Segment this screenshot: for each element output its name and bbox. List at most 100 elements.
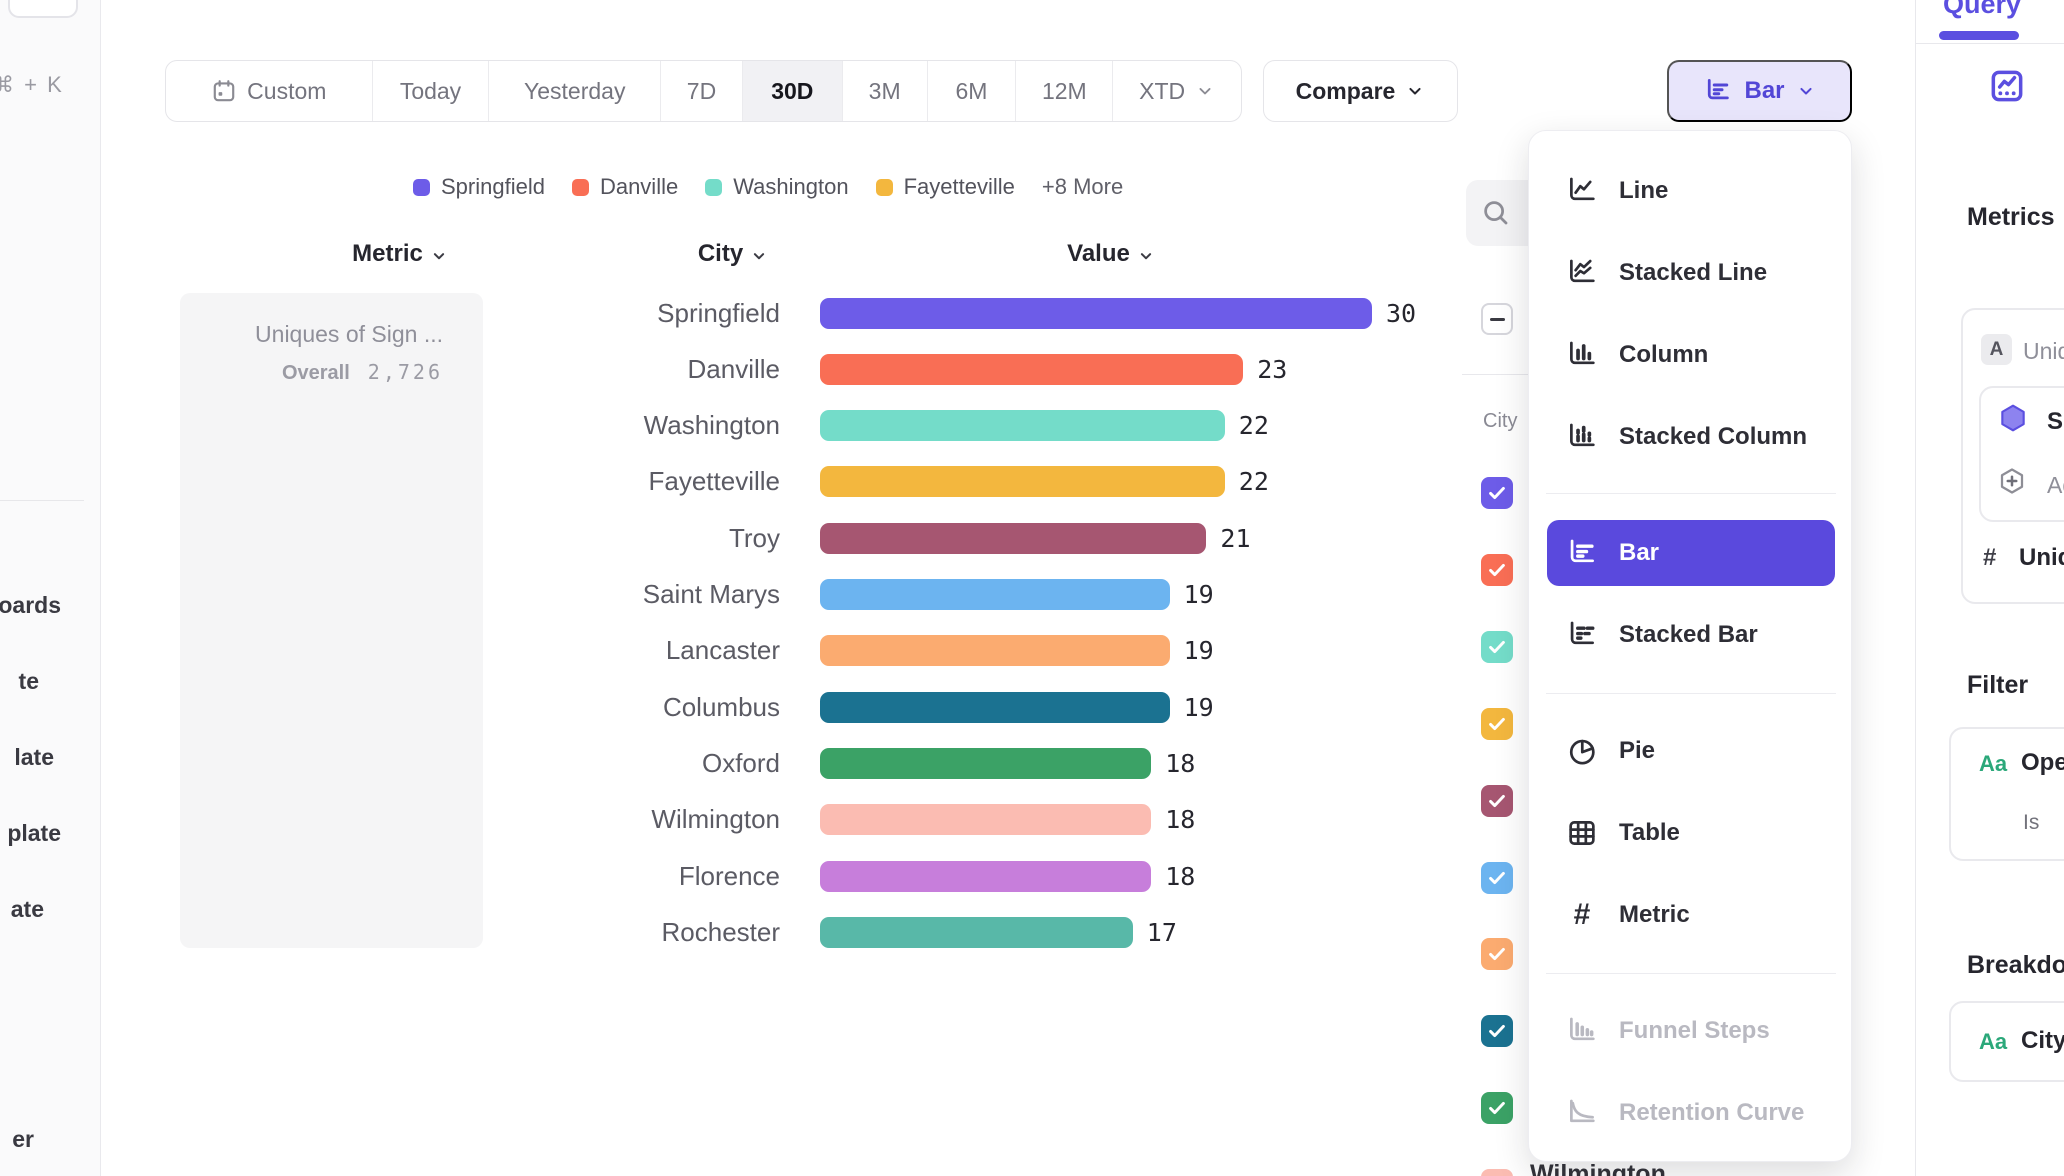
date-range-3m[interactable]: 3M [843, 61, 928, 121]
bar-segment[interactable] [820, 692, 1170, 723]
metric-query-card[interactable]: A Uniq Sig Add # Uniqu [1961, 308, 2064, 604]
legend-more[interactable]: +8 More [1042, 174, 1123, 200]
menu-item-table[interactable]: Table [1529, 792, 1851, 874]
chevron-down-icon [750, 247, 768, 265]
column-header-city[interactable]: City [633, 240, 833, 268]
bar-segment[interactable] [820, 298, 1372, 329]
bar-segment[interactable] [820, 861, 1151, 892]
bar-segment[interactable] [820, 748, 1151, 779]
sidebar-item-fragment[interactable]: ate [11, 896, 44, 923]
metric-cell[interactable]: Uniques of Sign ... Overall2,726 [180, 293, 483, 948]
menu-item-line[interactable]: Line [1529, 150, 1851, 232]
menu-item-column[interactable]: Column [1529, 314, 1851, 396]
filter-card[interactable]: Aa Ope Is i [1949, 727, 2064, 861]
bar-value-label: 17 [1147, 918, 1177, 947]
hash-icon: # [1563, 896, 1601, 934]
bar-row: Saint Marys19 [100, 579, 1214, 611]
date-range-today[interactable]: Today [373, 61, 490, 121]
stackedbar-icon [1563, 616, 1601, 654]
menu-item-metric[interactable]: #Metric [1529, 874, 1851, 956]
city-checkbox[interactable] [1481, 1092, 1513, 1124]
event-name-fragment: Uniq [2023, 338, 2064, 365]
metric-inner-card[interactable]: Sig Add [1979, 386, 2064, 522]
date-range-30d[interactable]: 30D [743, 61, 843, 121]
menu-item-funnel-steps: Funnel Steps [1529, 990, 1851, 1072]
sidebar-search-input[interactable] [8, 0, 78, 18]
date-range-12m[interactable]: 12M [1016, 61, 1113, 121]
select-all-checkbox[interactable] [1481, 303, 1513, 335]
add-hexagon-icon[interactable] [1997, 466, 2027, 501]
city-checkbox[interactable] [1481, 477, 1513, 509]
bar-row: Lancaster19 [100, 635, 1214, 667]
chart-legend: Springfield Danville Washington Fayettevill… [413, 172, 1123, 202]
tab-query[interactable]: Query [1943, 0, 2021, 20]
city-checkbox[interactable] [1481, 631, 1513, 663]
keyboard-shortcut-hint: ⌘ + K [0, 72, 64, 98]
bar-segment[interactable] [820, 354, 1243, 385]
legend-item[interactable]: Danville [572, 174, 678, 200]
column-header-metric[interactable]: Metric [300, 240, 500, 268]
check-icon [1486, 1020, 1508, 1042]
bar-segment[interactable] [820, 523, 1206, 554]
sidebar-item-fragment[interactable]: er [12, 1126, 34, 1153]
chart-type-button[interactable]: Bar [1667, 60, 1852, 122]
legend-item[interactable]: Springfield [413, 174, 545, 200]
sidebar-item-fragment[interactable]: plate [7, 820, 61, 847]
bar-segment[interactable] [820, 917, 1133, 948]
partial-city-row-label[interactable]: Wilmington [1530, 1160, 1666, 1176]
date-range-6m[interactable]: 6M [928, 61, 1017, 121]
calendar-icon [211, 78, 237, 104]
bar-segment[interactable] [820, 804, 1151, 835]
date-range-custom[interactable]: Custom [166, 61, 373, 121]
filter-operator-fragment: Is [2023, 811, 2039, 835]
pie-icon [1563, 732, 1601, 770]
column-icon [1563, 336, 1601, 374]
bar-value-label: 22 [1239, 467, 1269, 496]
retention-icon [1563, 1094, 1601, 1132]
city-checkbox[interactable] [1481, 1015, 1513, 1047]
legend-item[interactable]: Fayetteville [876, 174, 1015, 200]
sidebar-item-fragment[interactable]: late [14, 744, 54, 771]
filter-property-fragment: Ope [2021, 749, 2064, 777]
check-icon [1486, 559, 1508, 581]
city-checkbox[interactable] [1481, 1169, 1513, 1176]
menu-item-stacked-column[interactable]: Stacked Column [1529, 396, 1851, 478]
menu-item-stacked-bar[interactable]: Stacked Bar [1529, 594, 1851, 676]
sidebar-item-fragment[interactable]: te [19, 668, 39, 695]
bar-category-label: Springfield [100, 298, 780, 329]
bar-row: Springfield30 [100, 297, 1416, 329]
breakdown-card[interactable]: Aa City [1949, 1001, 2064, 1082]
bar-segment[interactable] [820, 635, 1170, 666]
date-range-xtd[interactable]: XTD [1113, 61, 1241, 121]
city-checkbox[interactable] [1481, 708, 1513, 740]
property-type-badge: Aa [1979, 751, 2007, 777]
column-header-value[interactable]: Value [1011, 240, 1211, 268]
bar-row: Troy21 [100, 522, 1251, 554]
date-range-label: Today [400, 78, 461, 105]
insights-chart-icon[interactable] [1987, 66, 2027, 111]
compare-button[interactable]: Compare [1263, 60, 1458, 122]
city-checkbox[interactable] [1481, 862, 1513, 894]
menu-item-stacked-line[interactable]: Stacked Line [1529, 232, 1851, 314]
city-checkbox[interactable] [1481, 785, 1513, 817]
bar-segment[interactable] [820, 579, 1170, 610]
legend-item[interactable]: Washington [705, 174, 848, 200]
compare-label: Compare [1296, 78, 1396, 105]
city-checkbox[interactable] [1481, 938, 1513, 970]
bar-value-label: 18 [1165, 805, 1195, 834]
date-range-selector: Custom Today Yesterday7D30D3M6M12MXTD [165, 60, 1242, 122]
city-checkbox[interactable] [1481, 554, 1513, 586]
menu-item-label: Stacked Bar [1619, 621, 1758, 649]
date-range-7d[interactable]: 7D [661, 61, 743, 121]
menu-item-label: Retention Curve [1619, 1099, 1804, 1127]
bar-segment[interactable] [820, 466, 1225, 497]
sidebar-item-fragment[interactable]: oards [0, 592, 61, 619]
menu-item-bar[interactable]: Bar [1547, 520, 1835, 586]
bar-segment[interactable] [820, 410, 1225, 441]
legend-swatch [572, 179, 589, 196]
date-range-yesterday[interactable]: Yesterday [489, 61, 661, 121]
bar-row: Oxford18 [100, 747, 1195, 779]
menu-item-pie[interactable]: Pie [1529, 710, 1851, 792]
bar-value-label: 21 [1220, 524, 1250, 553]
menu-divider [1546, 493, 1836, 494]
